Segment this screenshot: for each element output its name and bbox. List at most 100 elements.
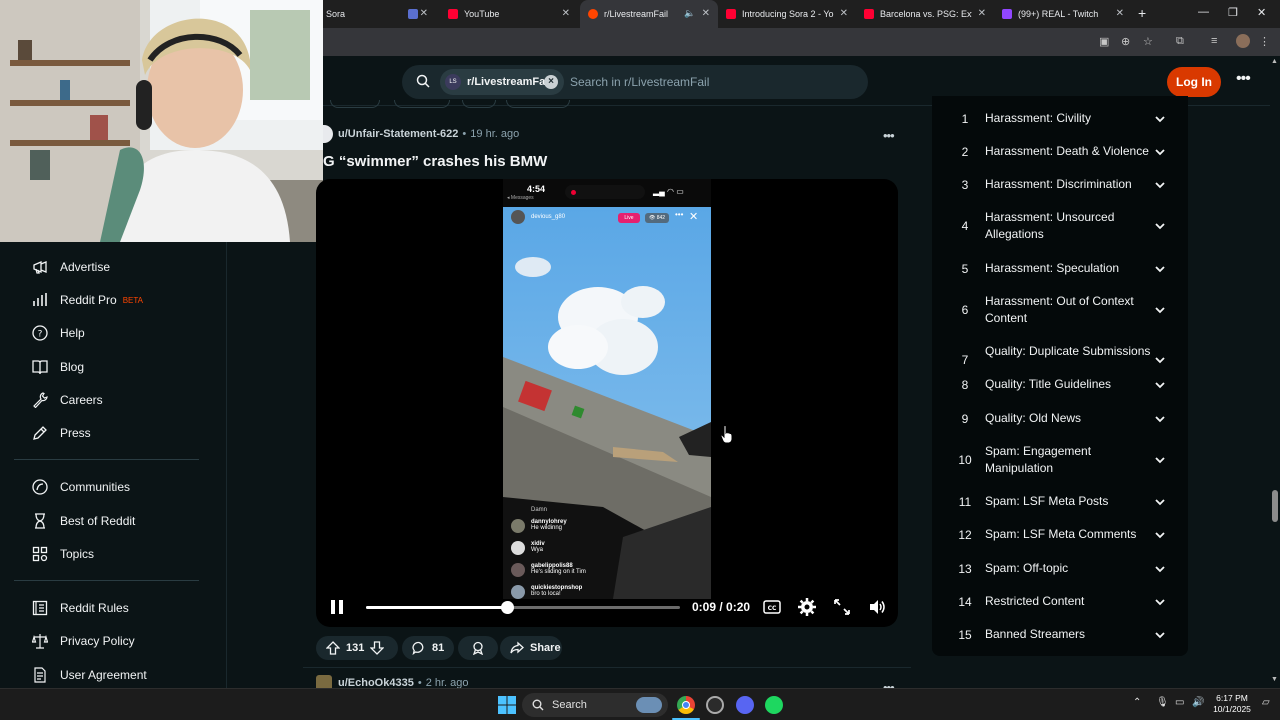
award-button[interactable] xyxy=(458,636,498,660)
scrollbar-thumb[interactable] xyxy=(1272,490,1278,522)
nav-press[interactable]: Press xyxy=(0,418,227,448)
post-author[interactable]: u/Unfair-Statement-622 xyxy=(338,128,458,140)
rule-item[interactable]: 12 Spam: LSF Meta Comments xyxy=(932,526,1188,544)
network-icon[interactable]: ▭ xyxy=(1175,697,1184,708)
chevron-down-icon[interactable] xyxy=(1154,379,1166,391)
rule-item[interactable]: 14 Restricted Content xyxy=(932,593,1188,611)
rule-item[interactable]: 1 Harassment: Civility xyxy=(932,110,1188,128)
rule-item[interactable]: 4 Harassment: Unsourced Allegations xyxy=(932,209,1188,243)
chevron-down-icon[interactable] xyxy=(1154,146,1166,158)
volume-icon[interactable] xyxy=(868,598,886,616)
reading-list-icon[interactable]: ≡ xyxy=(1211,35,1217,47)
notifications-icon[interactable]: ▱ xyxy=(1262,697,1270,708)
rule-item[interactable]: 8 Quality: Title Guidelines xyxy=(932,376,1188,394)
nav-reddit-rules[interactable]: Reddit Rules xyxy=(0,593,227,623)
upvote-icon[interactable] xyxy=(326,641,340,655)
search-input[interactable] xyxy=(570,73,850,91)
chevron-down-icon[interactable] xyxy=(1154,596,1166,608)
comments-button[interactable]: 81 xyxy=(402,636,454,660)
rule-item[interactable]: 9 Quality: Old News xyxy=(932,410,1188,428)
bookmark-star-icon[interactable]: ☆ xyxy=(1143,35,1153,48)
fullscreen-icon[interactable] xyxy=(833,598,851,616)
chevron-down-icon[interactable] xyxy=(1154,563,1166,575)
chevron-down-icon[interactable] xyxy=(1154,179,1166,191)
video-player[interactable]: 4:54 ◂ Messages ▂▄ ◠ ▭ devious_g80 Live … xyxy=(316,179,898,627)
tab-youtube[interactable]: YouTube ✕ xyxy=(440,0,578,28)
cast-icon[interactable]: ▣ xyxy=(1099,35,1109,48)
chevron-down-icon[interactable] xyxy=(1154,629,1166,641)
login-button[interactable]: Log In xyxy=(1167,67,1221,97)
rule-item[interactable]: 6 Harassment: Out of Context Content xyxy=(932,293,1188,327)
nav-best-of-reddit[interactable]: Best of Reddit xyxy=(0,506,227,536)
post-overflow-menu-icon[interactable]: ••• xyxy=(883,128,895,143)
rule-item[interactable]: 10 Spam: Engagement Manipulation xyxy=(932,443,1188,477)
nav-help[interactable]: ? Help xyxy=(0,318,227,348)
rule-item[interactable]: 3 Harassment: Discrimination xyxy=(932,176,1188,194)
audio-playing-icon[interactable]: 🔈 xyxy=(684,8,695,19)
rule-item[interactable]: 11 Spam: LSF Meta Posts xyxy=(932,493,1188,511)
chevron-down-icon[interactable] xyxy=(1154,304,1166,316)
chevron-down-icon[interactable] xyxy=(1154,454,1166,466)
nav-careers[interactable]: Careers xyxy=(0,385,227,415)
chevron-down-icon[interactable] xyxy=(1154,220,1166,232)
chevron-down-icon[interactable] xyxy=(1154,354,1166,366)
nav-blog[interactable]: Blog xyxy=(0,352,227,382)
nav-communities[interactable]: Communities xyxy=(0,472,227,502)
minimize-icon[interactable]: — xyxy=(1198,6,1209,18)
close-window-icon[interactable]: ✕ xyxy=(1257,6,1266,19)
more-options-icon[interactable]: ••• xyxy=(1236,70,1251,88)
close-tab-icon[interactable]: ✕ xyxy=(1116,8,1124,19)
author-avatar[interactable] xyxy=(323,125,333,143)
discord-taskbar-icon[interactable] xyxy=(736,696,754,714)
page-scrollbar[interactable]: ▲ ▼ xyxy=(1270,56,1280,688)
nav-user-agreement[interactable]: User Agreement xyxy=(0,660,227,690)
spotify-taskbar-icon[interactable] xyxy=(765,696,783,714)
downvote-icon[interactable] xyxy=(370,641,385,655)
chevron-down-icon[interactable] xyxy=(1154,413,1166,425)
scroll-down-icon[interactable]: ▼ xyxy=(1271,676,1278,683)
windows-start-icon[interactable] xyxy=(498,696,516,714)
chrome-taskbar-icon[interactable] xyxy=(677,696,695,714)
seek-handle[interactable] xyxy=(501,601,515,614)
nav-topics[interactable]: Topics xyxy=(0,539,227,569)
close-tab-icon[interactable]: ✕ xyxy=(702,8,710,19)
tray-overflow-icon[interactable]: ⌃ xyxy=(1133,697,1141,708)
settings-gear-icon[interactable] xyxy=(798,598,816,616)
rule-item[interactable]: 2 Harassment: Death & Violence xyxy=(932,143,1188,161)
profile-avatar[interactable] xyxy=(1236,34,1250,48)
close-tab-icon[interactable]: ✕ xyxy=(420,8,428,19)
rule-item[interactable]: 15 Banned Streamers xyxy=(932,626,1188,644)
close-tab-icon[interactable]: ✕ xyxy=(978,8,986,19)
rule-item[interactable]: 13 Spam: Off-topic xyxy=(932,560,1188,578)
tab-sora[interactable]: Sora ✕ xyxy=(318,0,436,28)
zoom-icon[interactable]: ⊕ xyxy=(1121,35,1130,48)
scroll-up-icon[interactable]: ▲ xyxy=(1271,58,1278,65)
tab-introducing-sora[interactable]: Introducing Sora 2 - YouTu ✕ xyxy=(718,0,856,28)
plus-icon[interactable]: + xyxy=(1138,5,1146,21)
chevron-down-icon[interactable] xyxy=(1154,529,1166,541)
restore-icon[interactable]: ❐ xyxy=(1228,6,1238,19)
nav-reddit-pro[interactable]: Reddit Pro BETA xyxy=(0,285,227,315)
browser-menu-icon[interactable]: ⋮ xyxy=(1259,35,1270,48)
community-filter-chip[interactable]: LS r/LivestreamFail × xyxy=(440,69,564,95)
chevron-down-icon[interactable] xyxy=(1154,113,1166,125)
tab-twitch[interactable]: (99+) REAL - Twitch ✕ xyxy=(994,0,1132,28)
share-button[interactable]: Share xyxy=(500,636,562,660)
search-bar[interactable]: LS r/LivestreamFail × xyxy=(402,65,868,99)
app-taskbar-icon[interactable] xyxy=(706,696,724,714)
tab-barcelona-psg[interactable]: Barcelona vs. PSG: Extend ✕ xyxy=(856,0,994,28)
close-tab-icon[interactable]: ✕ xyxy=(562,8,570,19)
post-title[interactable]: G “swimmer” crashes his BMW xyxy=(323,153,547,170)
close-tab-icon[interactable]: ✕ xyxy=(840,8,848,19)
rule-item[interactable]: 5 Harassment: Speculation xyxy=(932,260,1188,278)
taskbar-search[interactable]: Search xyxy=(522,693,668,717)
rule-item[interactable]: 7 Quality: Duplicate Submissions xyxy=(932,343,1188,377)
video-seek-bar[interactable] xyxy=(366,601,680,614)
tab-livestreamfail[interactable]: r/LivestreamFail 🔈 ✕ xyxy=(580,0,718,28)
extensions-icon[interactable]: ⧉ xyxy=(1176,35,1184,48)
speaker-icon[interactable]: 🔊 xyxy=(1192,697,1204,708)
microphone-icon[interactable]: 🎙 xyxy=(1156,697,1169,708)
pause-icon[interactable] xyxy=(330,599,344,615)
clear-chip-icon[interactable]: × xyxy=(544,75,558,89)
nav-privacy-policy[interactable]: Privacy Policy xyxy=(0,626,227,656)
